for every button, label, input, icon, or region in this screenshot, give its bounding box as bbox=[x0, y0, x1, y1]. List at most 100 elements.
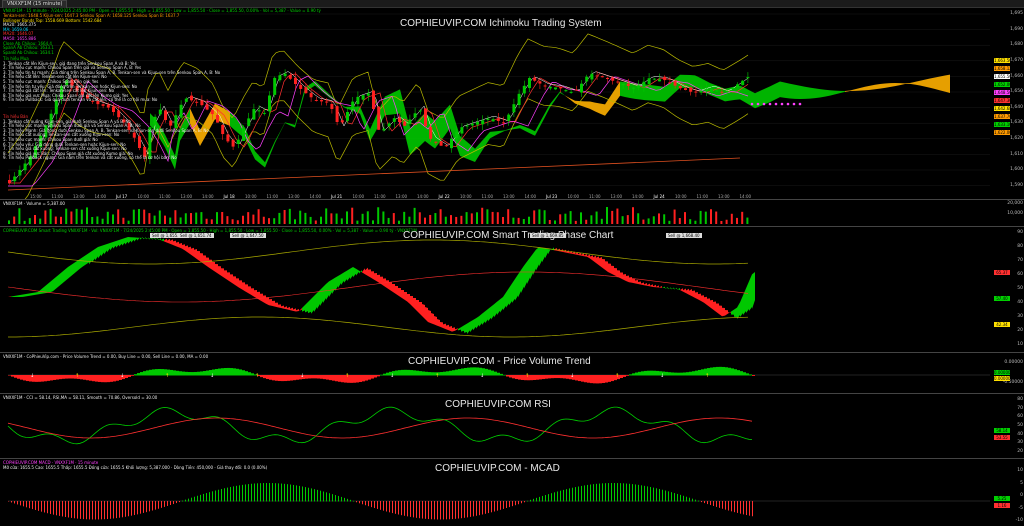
pvt-area-segment bbox=[413, 370, 416, 376]
pvt-area-segment bbox=[671, 372, 674, 376]
phase-ribbon-segment bbox=[284, 306, 287, 310]
candle-body bbox=[450, 138, 453, 149]
macd-histogram-bar bbox=[224, 488, 225, 502]
axis-tick-label[interactable]: 80 bbox=[1017, 244, 1023, 249]
candle-body bbox=[512, 104, 516, 113]
kumo-cloud-segment bbox=[860, 86, 865, 91]
pvt-area-segment bbox=[725, 367, 728, 376]
volume-pane[interactable]: VNXXF1M · Volume = 5,387.00 20,000 10,000 bbox=[0, 200, 1024, 226]
axis-tick-label[interactable]: 1,600 bbox=[1010, 167, 1023, 172]
axis-tick-label[interactable]: 10 bbox=[1017, 342, 1023, 347]
axis-tick-label[interactable]: 20 bbox=[1017, 328, 1023, 333]
axis-tick-label[interactable]: 30 bbox=[1017, 440, 1023, 445]
pvt-area-segment bbox=[494, 371, 497, 376]
price-volume-trend-pane[interactable]: ↓ ↑ ↓ ↑ ↓ ↑ ↓ ↑ ↓ ↑ ↓ ↑ ↓ ↑ ↓ ↑ VNXXF1M - CoPhieuVip.co… bbox=[0, 353, 1024, 393]
macd-histogram-bar bbox=[284, 483, 285, 502]
axis-tick-label[interactable]: 0 bbox=[1020, 493, 1023, 498]
phase-ribbon-segment bbox=[215, 263, 218, 274]
axis-tick-label[interactable]: 10,000 bbox=[1007, 211, 1023, 216]
pvt-area-segment bbox=[653, 370, 656, 376]
macd-histogram-bar bbox=[305, 487, 306, 502]
phase-ribbon-segment bbox=[737, 302, 740, 319]
pvt-area-segment bbox=[416, 370, 419, 376]
axis-tick-label[interactable]: 90 bbox=[1017, 230, 1023, 235]
macd-histogram-bar bbox=[476, 501, 477, 516]
phase-ribbon-segment bbox=[38, 289, 41, 295]
macd-histogram-bar bbox=[692, 498, 693, 502]
axis-tick-label[interactable]: -5 bbox=[1019, 506, 1024, 511]
phase-ribbon-segment bbox=[323, 284, 326, 303]
axis-tick-label[interactable]: 20 bbox=[1017, 449, 1023, 454]
smart-trading-pane[interactable]: COPHIEUVIP.COM Smart Trading VNXXF1M · V… bbox=[0, 227, 1024, 352]
rsi-pane[interactable]: VNXXF1M · CCI = 58.14, RSI,MA = 58.11, S… bbox=[0, 394, 1024, 458]
axis-tick-label[interactable]: 1,620 bbox=[1010, 136, 1023, 141]
macd-histogram-bar bbox=[8, 501, 9, 502]
macd-histogram-bar bbox=[593, 484, 594, 502]
axis-tick-label[interactable]: 50 bbox=[1017, 423, 1023, 428]
candle-body bbox=[470, 123, 474, 126]
macd-histogram-bar bbox=[497, 501, 498, 511]
candle-body bbox=[413, 113, 417, 118]
macd-histogram-bar bbox=[74, 501, 75, 519]
pvt-area-segment bbox=[269, 375, 272, 380]
axis-tick-label[interactable]: 80 bbox=[1017, 397, 1023, 402]
axis-tick-label[interactable]: 1,630 bbox=[1010, 120, 1023, 125]
pvt-area-segment bbox=[419, 371, 422, 376]
axis-tick-label[interactable]: 50 bbox=[1017, 286, 1023, 291]
axis-tick-label[interactable]: 1,695 bbox=[1010, 11, 1023, 16]
phase-ribbon-segment bbox=[476, 316, 479, 329]
axis-tick-label[interactable]: 70 bbox=[1017, 258, 1023, 263]
volume-bar bbox=[476, 212, 478, 224]
phase-ribbon-segment bbox=[449, 326, 452, 332]
macd-histogram-bar bbox=[182, 500, 183, 502]
axis-tick-label[interactable]: 5 bbox=[1020, 481, 1023, 486]
pvt-area-segment bbox=[374, 375, 377, 378]
phase-ribbon-segment bbox=[677, 288, 680, 291]
ichimoku-pane[interactable]: VNXXF1M · 15 minute · 7/24/2025 2:45:00 … bbox=[0, 8, 1024, 199]
phase-ribbon-segment bbox=[65, 267, 68, 282]
macd-pane[interactable]: COPHIEUVIP.COM MACD · VNXXF1M · 15 minut… bbox=[0, 459, 1024, 526]
pvt-area-segment bbox=[497, 372, 500, 376]
axis-tick-label[interactable]: 1,590 bbox=[1010, 183, 1023, 188]
axis-tick-label[interactable]: 1,690 bbox=[1010, 27, 1023, 32]
axis-tick-label[interactable]: 40 bbox=[1017, 300, 1023, 305]
volume-bar bbox=[320, 216, 322, 224]
macd-histogram-bar bbox=[473, 501, 474, 517]
axis-tick-label[interactable]: 60 bbox=[1017, 272, 1023, 277]
chart-tab-vnxxf1m[interactable]: VNXXF1M (15 minute) bbox=[2, 0, 68, 8]
pvt-area-segment bbox=[341, 375, 344, 383]
macd-histogram-bar bbox=[368, 501, 369, 507]
axis-tick-label[interactable]: 30 bbox=[1017, 314, 1023, 319]
axis-tick-label[interactable]: 70 bbox=[1017, 406, 1023, 411]
phase-ribbon-segment bbox=[107, 243, 110, 253]
pvt-area-segment bbox=[266, 375, 269, 380]
macd-histogram-bar bbox=[254, 483, 255, 502]
axis-tick-label[interactable]: 20,000 bbox=[1007, 201, 1023, 206]
smart-trading-chart-canvas[interactable] bbox=[0, 227, 1024, 352]
volume-chart-canvas[interactable] bbox=[0, 200, 1024, 226]
axis-tick-label[interactable]: 60 bbox=[1017, 414, 1023, 419]
axis-tick-label[interactable]: 0.00000 bbox=[1004, 360, 1023, 365]
axis-tick-label[interactable]: 1,670 bbox=[1010, 58, 1023, 63]
pvt-area-segment bbox=[14, 375, 17, 378]
axis-tick-label[interactable]: 1,660 bbox=[1010, 74, 1023, 79]
macd-histogram-bar bbox=[302, 486, 303, 502]
phase-ribbon-segment bbox=[728, 311, 731, 314]
volume-bar bbox=[148, 213, 151, 224]
axis-tick-label[interactable]: -10 bbox=[1016, 518, 1023, 523]
pvt-area-segment bbox=[554, 375, 557, 379]
candle-body bbox=[704, 89, 708, 92]
axis-tick-label[interactable]: 1,610 bbox=[1010, 152, 1023, 157]
phase-ribbon-segment bbox=[647, 283, 650, 287]
axis-tick-label[interactable]: 1,650 bbox=[1010, 89, 1023, 94]
axis-tick-label[interactable]: 1,680 bbox=[1010, 42, 1023, 47]
axis-tick-label[interactable]: 10 bbox=[1017, 468, 1023, 473]
macd-histogram-bar bbox=[365, 501, 366, 506]
axis-tick-label[interactable]: 40 bbox=[1017, 432, 1023, 437]
candle-body bbox=[262, 112, 266, 114]
macd-histogram-bar bbox=[542, 495, 543, 502]
volume-bar bbox=[127, 220, 130, 224]
sell-signal-box: Sell @ 1,651.74 bbox=[178, 233, 214, 238]
axis-tick-label[interactable]: 1,640 bbox=[1010, 105, 1023, 110]
macd-histogram-bar bbox=[659, 488, 660, 502]
